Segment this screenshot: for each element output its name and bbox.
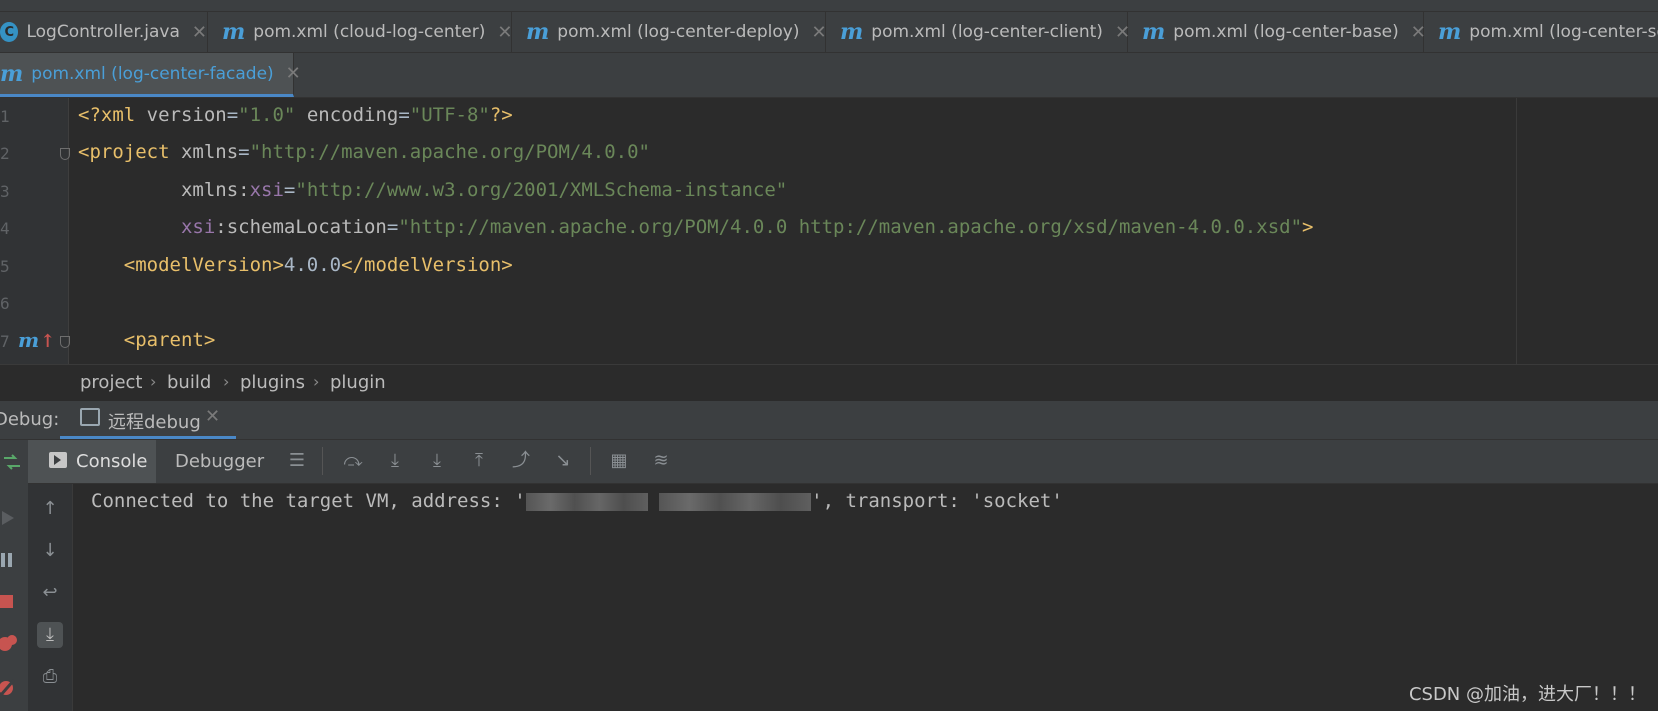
line-gutter	[0, 98, 68, 364]
editor-tab-bar-row2: m pom.xml (log-center-facade) ✕	[0, 53, 1658, 98]
run-to-cursor-icon[interactable]: ↘	[552, 450, 574, 472]
maven-icon: m	[526, 19, 550, 45]
editor-tab-bar: C LogController.java ✕ m pom.xml (cloud-…	[0, 12, 1658, 53]
close-icon[interactable]: ✕	[286, 63, 301, 84]
step-into-icon[interactable]: ⤓	[426, 450, 448, 472]
line-number: 5	[0, 257, 10, 276]
maven-icon: m	[1142, 19, 1166, 45]
debug-session-name[interactable]: 远程debug	[108, 408, 201, 434]
tab-label: pom.xml (log-center-base)	[1173, 22, 1399, 42]
code-line-7: <parent>	[123, 329, 216, 351]
print-icon[interactable]: ⎙	[37, 664, 63, 690]
maven-icon: m	[222, 19, 246, 45]
tab-label: pom.xml (log-center-client)	[871, 22, 1103, 42]
trace-current-stream-icon[interactable]: ≋	[650, 450, 672, 472]
chevron-right-icon: ›	[150, 372, 157, 391]
tab-debugger[interactable]: Debugger	[175, 451, 264, 472]
breadcrumb-item[interactable]: plugin	[330, 372, 386, 393]
tab-label: LogController.java	[26, 22, 180, 42]
fold-marker-icon[interactable]	[60, 148, 70, 160]
line-number: 2	[0, 144, 10, 163]
tab-label: pom.xml (log-center-deploy)	[557, 22, 800, 42]
redacted-address	[659, 492, 812, 511]
tab-pom-log-center-base[interactable]: m pom.xml (log-center-base) ✕	[1128, 12, 1426, 52]
view-breakpoints-icon[interactable]	[0, 634, 20, 654]
pause-icon[interactable]	[0, 550, 20, 570]
chevron-right-icon: ›	[223, 372, 230, 391]
tab-pom-log-center-facade[interactable]: m pom.xml (log-center-facade) ✕	[0, 53, 301, 97]
rerun-icon[interactable]	[2, 452, 22, 472]
debug-tool-window-header	[0, 401, 1658, 440]
console-tab-label[interactable]: Console	[76, 451, 147, 472]
redacted-address	[525, 492, 648, 511]
debug-label: Debug:	[0, 409, 60, 430]
down-arrow-icon[interactable]: ↓	[37, 538, 63, 564]
layout-menu-icon[interactable]: ☰	[286, 450, 308, 472]
line-number: 4	[0, 219, 10, 238]
tab-pom-log-center-se[interactable]: m pom.xml (log-center-se	[1424, 12, 1658, 52]
step-over-icon[interactable]: ⤓	[384, 450, 406, 472]
tab-label: pom.xml (cloud-log-center)	[253, 22, 486, 42]
gutter-divider	[68, 98, 69, 364]
debug-left-toolbar	[0, 440, 29, 711]
close-icon[interactable]: ✕	[192, 22, 207, 43]
close-icon[interactable]: ✕	[811, 22, 826, 43]
scroll-to-end-icon[interactable]: ⤓	[37, 622, 63, 648]
java-class-icon: C	[0, 22, 19, 42]
line-number: 1	[0, 107, 10, 126]
console-icon	[49, 452, 67, 468]
drop-frame-icon[interactable]: ⤴	[510, 450, 532, 472]
line-number: 7	[0, 332, 10, 351]
line-number: 6	[0, 294, 10, 313]
watermark: CSDN @加油，进大厂！！！	[1408, 684, 1646, 705]
show-execution-point-icon[interactable]: ⤼	[342, 450, 364, 472]
code-line-3: xmlns:xsi="http://www.w3.org/2001/XMLSch…	[180, 179, 788, 201]
maven-icon: m	[840, 19, 864, 45]
mute-breakpoints-icon[interactable]	[0, 676, 20, 696]
tab-pom-log-center-deploy[interactable]: m pom.xml (log-center-deploy) ✕	[512, 12, 827, 52]
up-arrow-icon[interactable]: ↑	[37, 496, 63, 522]
tab-label: pom.xml (log-center-se	[1469, 22, 1658, 42]
code-line-5: <modelVersion>4.0.0</modelVersion>	[123, 254, 513, 276]
remote-debug-icon	[80, 408, 100, 426]
stop-icon[interactable]	[0, 592, 20, 612]
evaluate-expression-icon[interactable]: ▦	[608, 450, 630, 472]
breadcrumb-item[interactable]: build	[167, 372, 211, 393]
maven-icon: m	[0, 60, 24, 87]
tab-pom-cloud-log-center[interactable]: m pom.xml (cloud-log-center) ✕	[208, 12, 512, 52]
right-margin-guide	[1516, 98, 1517, 364]
code-line-1: <?xml version="1.0" encoding="UTF-8"?>	[78, 104, 513, 126]
line-number: 3	[0, 182, 10, 201]
chevron-right-icon: ›	[313, 372, 320, 391]
toolbar-separator	[322, 447, 323, 475]
step-out-icon[interactable]: ⤒	[468, 450, 490, 472]
breadcrumb-item[interactable]: project	[80, 372, 142, 393]
soft-wrap-icon[interactable]: ↩	[37, 580, 63, 606]
maven-override-icon[interactable]: m↑	[18, 328, 55, 352]
resume-icon[interactable]	[0, 508, 20, 528]
title-strip	[0, 0, 1658, 12]
maven-icon: m	[1438, 19, 1462, 45]
fold-marker-icon[interactable]	[60, 336, 70, 348]
close-icon[interactable]: ✕	[205, 406, 220, 427]
tab-logcontroller[interactable]: C LogController.java ✕	[0, 12, 208, 52]
console-output: Connected to the target VM, address: ' '…	[91, 490, 1063, 512]
code-line-4: xsi:schemaLocation="http://maven.apache.…	[180, 216, 1314, 238]
code-line-2: <project xmlns="http://maven.apache.org/…	[78, 141, 650, 163]
tab-label: pom.xml (log-center-facade)	[31, 63, 274, 84]
tab-pom-log-center-client[interactable]: m pom.xml (log-center-client) ✕	[826, 12, 1130, 52]
toolbar-separator	[590, 447, 591, 475]
debug-toolbar	[28, 440, 1658, 484]
close-icon[interactable]: ✕	[497, 22, 512, 43]
breadcrumb-item[interactable]: plugins	[240, 372, 305, 393]
